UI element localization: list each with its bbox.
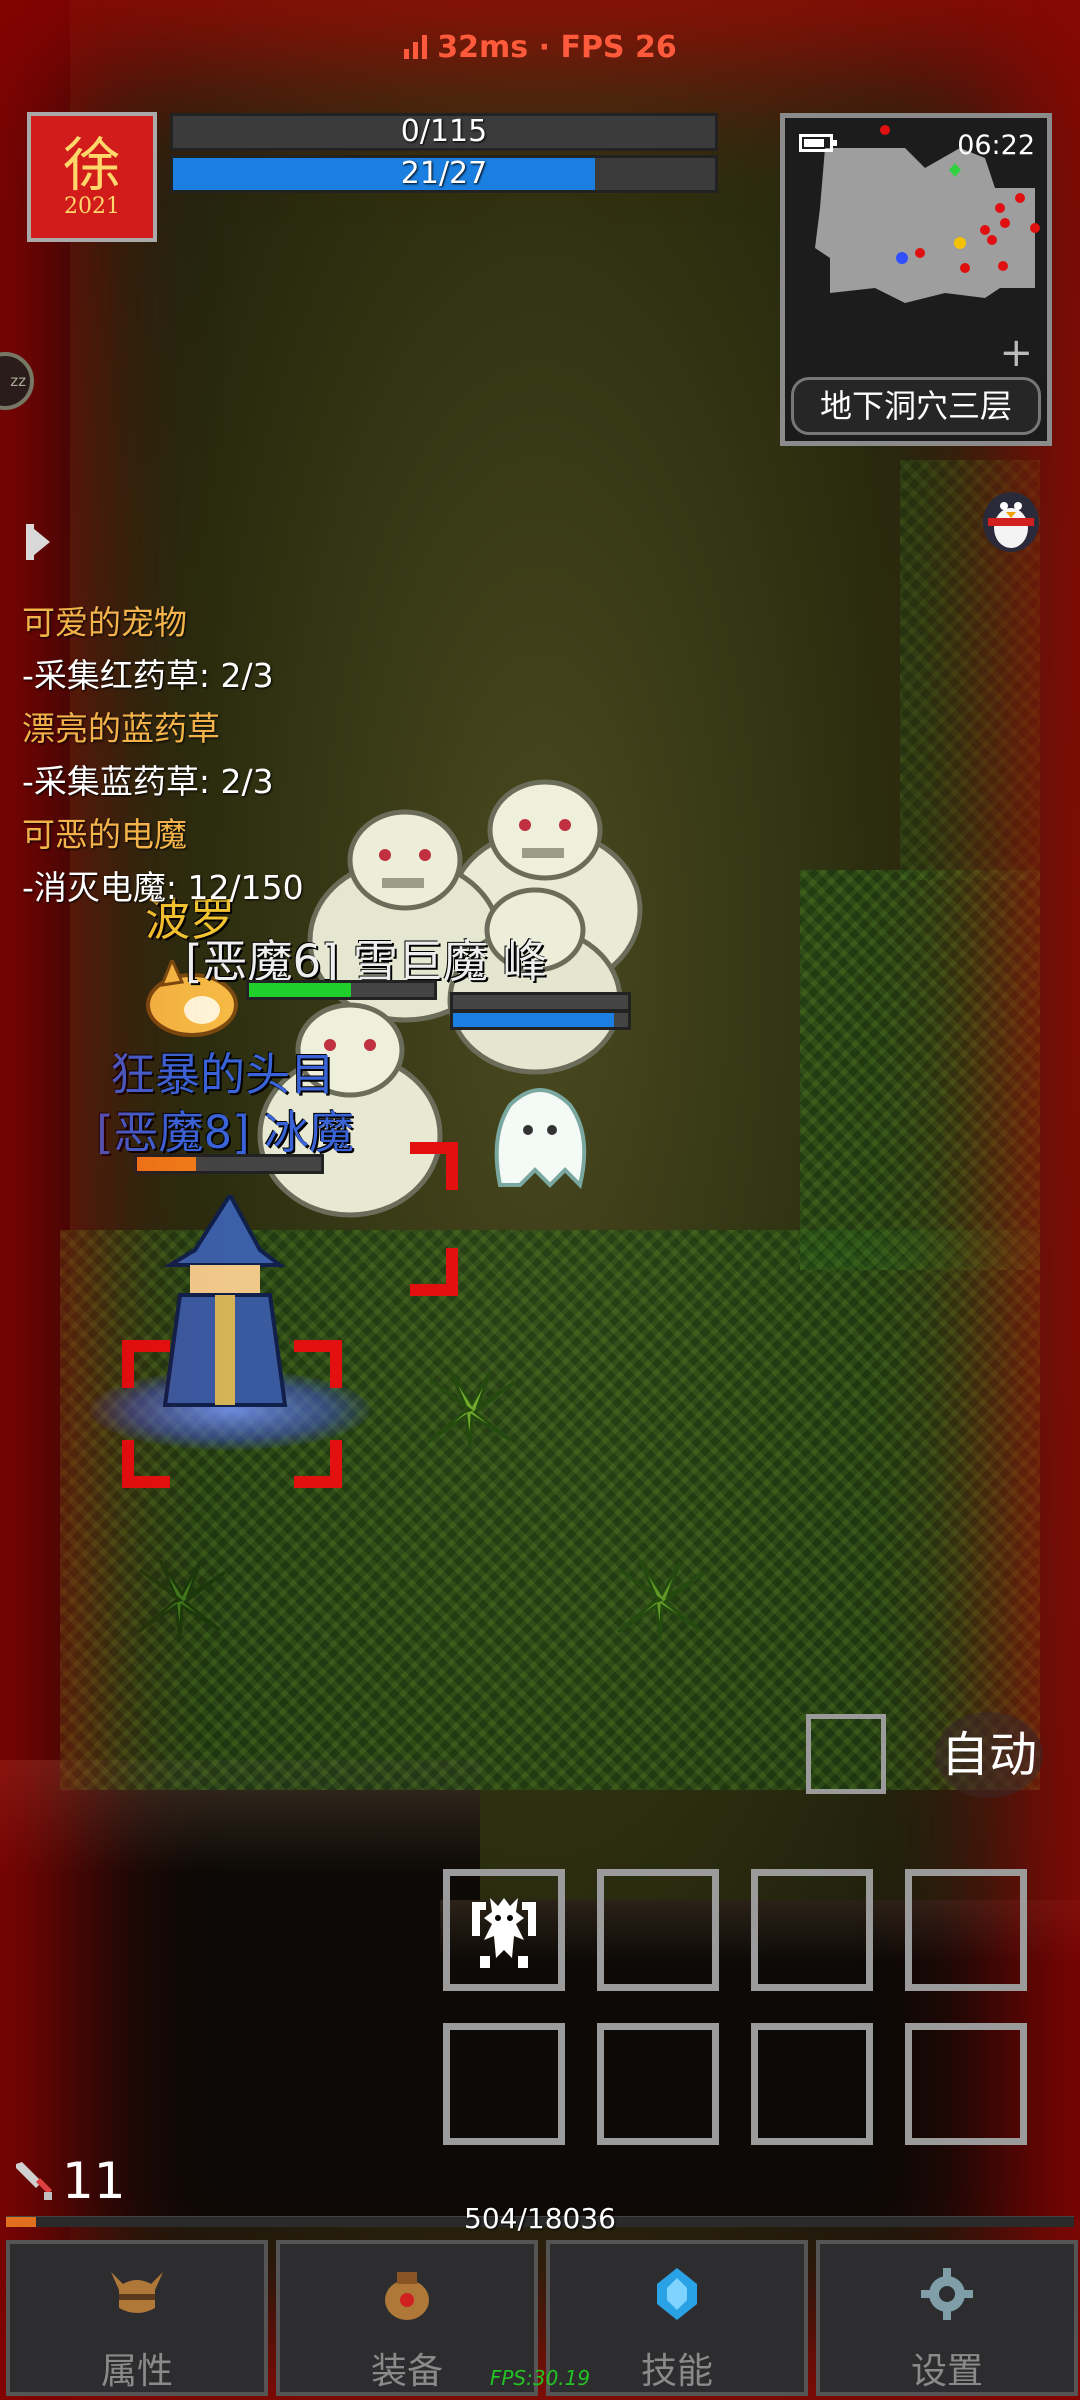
mp-text: 21/27	[400, 156, 488, 191]
elite-hp-bar	[134, 1154, 324, 1174]
mp-bar: 21/27	[170, 155, 718, 193]
target-marker	[410, 1248, 458, 1296]
skill-slot-5[interactable]	[443, 2023, 565, 2145]
skill-slot-6[interactable]	[597, 2023, 719, 2145]
quest-log[interactable]: 可爱的宠物 -采集红药草: 2/3 漂亮的蓝药草 -采集蓝药草: 2/3 可恶的…	[22, 598, 304, 916]
ghost-pet[interactable]	[480, 1075, 600, 1195]
target-marker	[122, 1440, 170, 1488]
auto-button[interactable]: 自动	[935, 1712, 1043, 1798]
crystal-icon	[657, 2268, 697, 2320]
hp-bar: 0/115	[170, 113, 718, 151]
quest-title[interactable]: 可恶的电魔	[22, 810, 304, 863]
latency-text: 32ms	[437, 30, 529, 65]
bag-icon	[385, 2272, 429, 2320]
quest-task: -消灭电魔: 12/150	[22, 868, 304, 907]
avatar-glyph: 徐	[62, 130, 121, 199]
demon-skill-icon	[472, 1898, 536, 1968]
skill-slot-3[interactable]	[751, 1869, 873, 1991]
player-wizard[interactable]	[150, 1195, 300, 1415]
plus-icon[interactable]: +	[999, 333, 1033, 373]
elite-hp-fill	[137, 1157, 196, 1171]
fps-text: FPS 26	[560, 30, 677, 65]
monster-mp-bar	[450, 1010, 631, 1030]
monster-hp-fill	[249, 983, 351, 997]
avatar-year: 2021	[64, 193, 120, 219]
battery-icon	[799, 134, 837, 152]
skill-slot-2[interactable]	[597, 1869, 719, 1991]
monster-mp-fill	[453, 1013, 614, 1027]
elite-name-label: [恶魔8] 冰魔	[96, 1106, 355, 1159]
target-marker	[294, 1340, 342, 1388]
zzz-text: zz	[10, 372, 26, 390]
fps-debug-text: FPS:30.19	[489, 2366, 591, 2390]
quest-task: -采集红药草: 2/3	[22, 656, 274, 695]
quest-title[interactable]: 可爱的宠物	[22, 598, 304, 651]
signal-icon	[404, 35, 428, 59]
sword-level-icon	[16, 2162, 52, 2200]
helmet-icon	[111, 2272, 163, 2313]
gear-icon	[921, 2268, 973, 2320]
herb-plant[interactable]	[610, 1560, 710, 1640]
auto-checkbox[interactable]	[806, 1714, 886, 1794]
monster-hp-bar	[450, 992, 631, 1012]
hp-text: 0/115	[400, 114, 488, 149]
quest-task: -采集蓝药草: 2/3	[22, 762, 274, 801]
monster-hp-bar	[246, 980, 437, 1000]
cave-wall-bottom	[0, 1760, 480, 2220]
skill-slot-1[interactable]	[443, 1869, 565, 1991]
quest-title[interactable]: 漂亮的蓝药草	[22, 704, 304, 757]
target-marker	[122, 1340, 170, 1388]
minimap[interactable]: 06:22 + 地下洞穴三层	[780, 113, 1052, 446]
herb-plant[interactable]	[130, 1560, 230, 1640]
grass-field-right	[800, 870, 1040, 1270]
play-arrow-icon[interactable]	[28, 524, 50, 560]
target-marker	[410, 1142, 458, 1190]
location-name: 地下洞穴三层	[791, 377, 1041, 435]
xp-text: 504/18036	[464, 2202, 616, 2235]
network-status: 32ms · FPS 26	[0, 30, 1080, 65]
status-separator: ·	[538, 30, 550, 65]
elite-title-label: 狂暴的头目	[110, 1048, 336, 1101]
skill-slot-7[interactable]	[751, 2023, 873, 2145]
player-avatar[interactable]: 徐 2021	[27, 112, 157, 242]
clock-time: 06:22	[957, 130, 1035, 161]
penguin-icon[interactable]	[976, 478, 1046, 554]
herb-plant[interactable]	[420, 1370, 520, 1450]
target-marker	[294, 1440, 342, 1488]
skill-slot-4[interactable]	[905, 1869, 1027, 1991]
skill-slot-8[interactable]	[905, 2023, 1027, 2145]
